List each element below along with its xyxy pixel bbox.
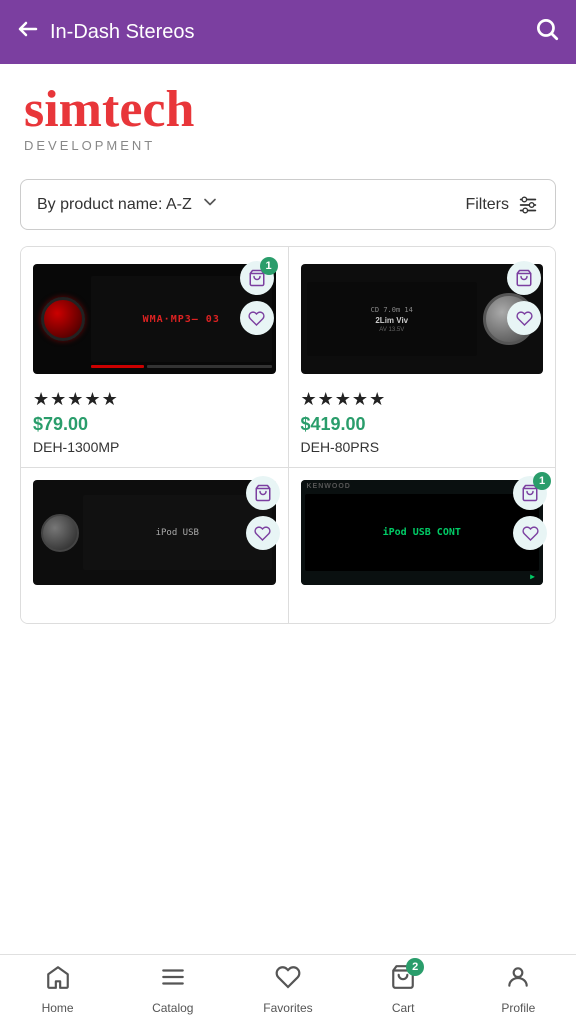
product-image-3: iPod USB (33, 480, 276, 585)
product-stars-1: ★★★★★ (33, 389, 276, 410)
cart-badge-1: 1 (260, 257, 278, 275)
cart-button-4[interactable]: 1 (513, 476, 547, 510)
product-name-1: DEH-1300MP (33, 439, 276, 455)
heart-icon-3 (254, 525, 271, 542)
nav-profile[interactable]: Profile (488, 964, 548, 1015)
cart-badge-4: 1 (533, 472, 551, 490)
products-container: WMA·MP3— 03 Pioneer (0, 246, 576, 624)
wishlist-button-3[interactable] (246, 516, 280, 550)
heart-icon-4 (522, 525, 539, 542)
filter-icon (517, 194, 539, 216)
sort-label: By product name: A-Z (37, 196, 192, 214)
wishlist-button-1[interactable] (240, 301, 274, 335)
products-grid: WMA·MP3— 03 Pioneer (20, 246, 556, 624)
cart-nav-badge: 2 (406, 958, 424, 976)
product-card: WMA·MP3— 03 Pioneer (21, 247, 289, 467)
header-title: In-Dash Stereos (50, 21, 195, 44)
header: In-Dash Stereos (0, 0, 576, 64)
product-stars-2: ★★★★★ (301, 389, 544, 410)
cart-button-2[interactable] (507, 261, 541, 295)
nav-catalog[interactable]: Catalog (143, 964, 203, 1015)
search-button[interactable] (534, 16, 560, 48)
wishlist-button-2[interactable] (507, 301, 541, 335)
cart-icon-3 (254, 484, 272, 502)
nav-cart[interactable]: 2 Cart (373, 964, 433, 1015)
product-card-3: iPod USB (21, 468, 289, 623)
products-row-2: iPod USB (21, 468, 555, 623)
cart-nav-icon: 2 (390, 964, 416, 997)
search-icon (534, 16, 560, 42)
back-icon (16, 17, 40, 41)
nav-home[interactable]: Home (28, 964, 88, 1015)
filter-button[interactable]: Filters (465, 194, 539, 216)
product-price-1: $79.00 (33, 414, 276, 435)
cart-button-3[interactable] (246, 476, 280, 510)
catalog-icon (160, 964, 186, 997)
cart-icon-2 (515, 269, 533, 287)
product-image-wrapper-2: CD 7.0m 14 2Lim Viv AV 13.5V Pioneer (301, 259, 544, 379)
profile-icon (505, 964, 531, 997)
nav-favorites-label: Favorites (263, 1001, 312, 1015)
bottom-nav: Home Catalog Favorites 2 C (0, 954, 576, 1024)
product-name-2: DEH-80PRS (301, 439, 544, 455)
sort-filter-bar[interactable]: By product name: A-Z Filters (20, 179, 556, 230)
product-price-2: $419.00 (301, 414, 544, 435)
nav-home-label: Home (42, 1001, 74, 1015)
nav-favorites[interactable]: Favorites (258, 964, 318, 1015)
sort-select[interactable]: By product name: A-Z (37, 192, 220, 217)
nav-profile-label: Profile (501, 1001, 535, 1015)
brand-sub: DEVELOPMENT (24, 138, 552, 153)
product-card-4: iPod USB CONT ▶ KENWOOD 1 (289, 468, 556, 623)
brand-name: simtech (24, 84, 552, 136)
nav-cart-label: Cart (392, 1001, 415, 1015)
product-image-wrapper: WMA·MP3— 03 Pioneer (33, 259, 276, 379)
back-button[interactable] (16, 17, 40, 47)
heart-icon (248, 310, 265, 327)
products-row-1: WMA·MP3— 03 Pioneer (21, 247, 555, 468)
cart-button-1[interactable]: 1 (240, 261, 274, 295)
filter-label: Filters (465, 196, 509, 214)
heart-icon-2 (516, 310, 533, 327)
product-image-4: iPod USB CONT ▶ KENWOOD (301, 480, 544, 585)
wishlist-button-4[interactable] (513, 516, 547, 550)
favorites-icon (275, 964, 301, 997)
home-icon (45, 964, 71, 997)
product-card-2: CD 7.0m 14 2Lim Viv AV 13.5V Pioneer (289, 247, 556, 467)
chevron-down-icon (200, 192, 220, 217)
logo-area: simtech DEVELOPMENT (0, 64, 576, 163)
nav-catalog-label: Catalog (152, 1001, 193, 1015)
